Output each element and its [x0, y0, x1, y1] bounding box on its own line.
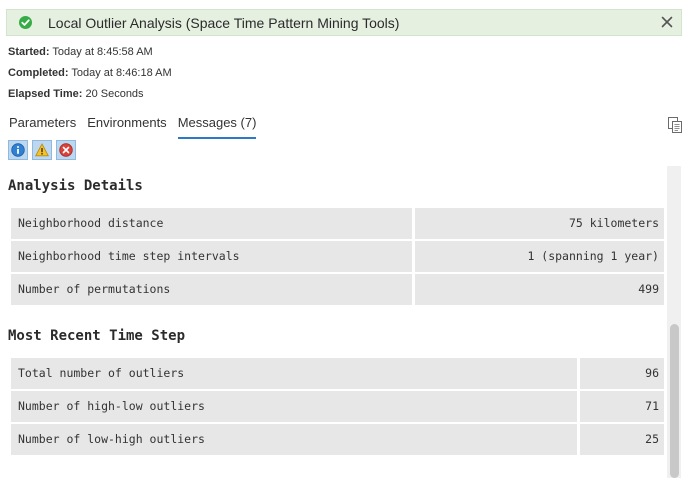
elapsed-line: Elapsed Time: 20 Seconds — [8, 88, 144, 100]
error-icon — [59, 143, 73, 157]
vertical-scrollbar[interactable] — [667, 166, 681, 478]
error-filter-button[interactable] — [56, 140, 76, 160]
tab-environments[interactable]: Environments — [87, 115, 166, 139]
success-check-icon — [19, 16, 32, 29]
warning-filter-button[interactable] — [32, 140, 52, 160]
info-icon — [11, 143, 25, 157]
started-value: Today at 8:45:58 AM — [52, 46, 153, 58]
success-banner: Local Outlier Analysis (Space Time Patte… — [6, 9, 682, 36]
tab-bar: Parameters Environments Messages (7) — [9, 115, 267, 139]
completed-line: Completed: Today at 8:46:18 AM — [8, 67, 172, 79]
row-label: Number of high-low outliers — [11, 391, 577, 422]
completed-value: Today at 8:46:18 AM — [71, 67, 172, 79]
row-label: Number of low-high outliers — [11, 424, 577, 455]
section-title-most-recent-time-step: Most Recent Time Step — [8, 328, 186, 344]
tool-title: Local Outlier Analysis (Space Time Patte… — [48, 15, 400, 31]
scrollbar-thumb[interactable] — [670, 324, 679, 478]
message-filter-bar — [8, 140, 76, 160]
row-label: Neighborhood distance — [11, 208, 412, 239]
row-value: 1 (spanning 1 year) — [415, 241, 664, 272]
row-value: 499 — [415, 274, 664, 305]
row-value: 71 — [580, 391, 664, 422]
elapsed-label: Elapsed Time: — [8, 88, 83, 100]
row-label: Total number of outliers — [11, 358, 577, 389]
section-title-analysis-details: Analysis Details — [8, 178, 143, 194]
row-value: 25 — [580, 424, 664, 455]
row-value: 96 — [580, 358, 664, 389]
completed-label: Completed: — [8, 67, 69, 79]
tab-messages[interactable]: Messages (7) — [177, 115, 257, 139]
started-label: Started: — [8, 46, 50, 58]
copy-messages-icon[interactable] — [667, 116, 683, 134]
tab-parameters[interactable]: Parameters — [9, 115, 76, 139]
elapsed-value: 20 Seconds — [85, 88, 144, 100]
close-icon[interactable] — [659, 14, 675, 30]
started-line: Started: Today at 8:45:58 AM — [8, 46, 153, 58]
row-label: Neighborhood time step intervals — [11, 241, 412, 272]
row-label: Number of permutations — [11, 274, 412, 305]
messages-panel: Analysis Details Neighborhood distance 7… — [0, 166, 664, 478]
row-value: 75 kilometers — [415, 208, 664, 239]
warning-icon — [35, 143, 49, 157]
info-filter-button[interactable] — [8, 140, 28, 160]
